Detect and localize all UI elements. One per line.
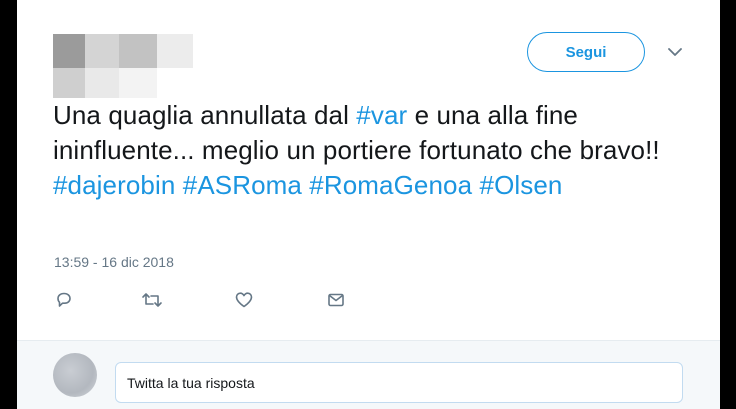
chevron-down-icon[interactable] — [667, 44, 683, 60]
reply-composer: Twitta la tua risposta — [17, 340, 720, 409]
heart-icon[interactable] — [233, 289, 255, 311]
follow-button[interactable]: Segui — [527, 32, 645, 72]
avatar — [53, 353, 97, 397]
blurred-user-identity — [53, 34, 193, 100]
hashtag-link[interactable]: #var — [356, 100, 407, 130]
tweet-actions — [53, 289, 373, 311]
tweet-text-segment — [175, 170, 182, 200]
tweet-text-segment — [472, 170, 479, 200]
reply-input[interactable]: Twitta la tua risposta — [115, 362, 683, 403]
retweet-icon[interactable] — [141, 289, 163, 311]
tweet-text: Una quaglia annullata dal #var e una all… — [53, 98, 703, 203]
hashtag-link[interactable]: #dajerobin — [53, 170, 175, 200]
reply-placeholder: Twitta la tua risposta — [127, 374, 255, 391]
tweet-text-segment: Una quaglia annullata dal — [53, 100, 357, 130]
tweet-timestamp[interactable]: 13:59 - 16 dic 2018 — [54, 254, 174, 270]
hashtag-link[interactable]: #ASRoma — [183, 170, 302, 200]
envelope-icon[interactable] — [325, 289, 347, 311]
hashtag-link[interactable]: #RomaGenoa — [309, 170, 472, 200]
reply-icon[interactable] — [53, 289, 75, 311]
hashtag-link[interactable]: #Olsen — [480, 170, 563, 200]
tweet-card: Segui Una quaglia annullata dal #var e u… — [17, 0, 720, 409]
